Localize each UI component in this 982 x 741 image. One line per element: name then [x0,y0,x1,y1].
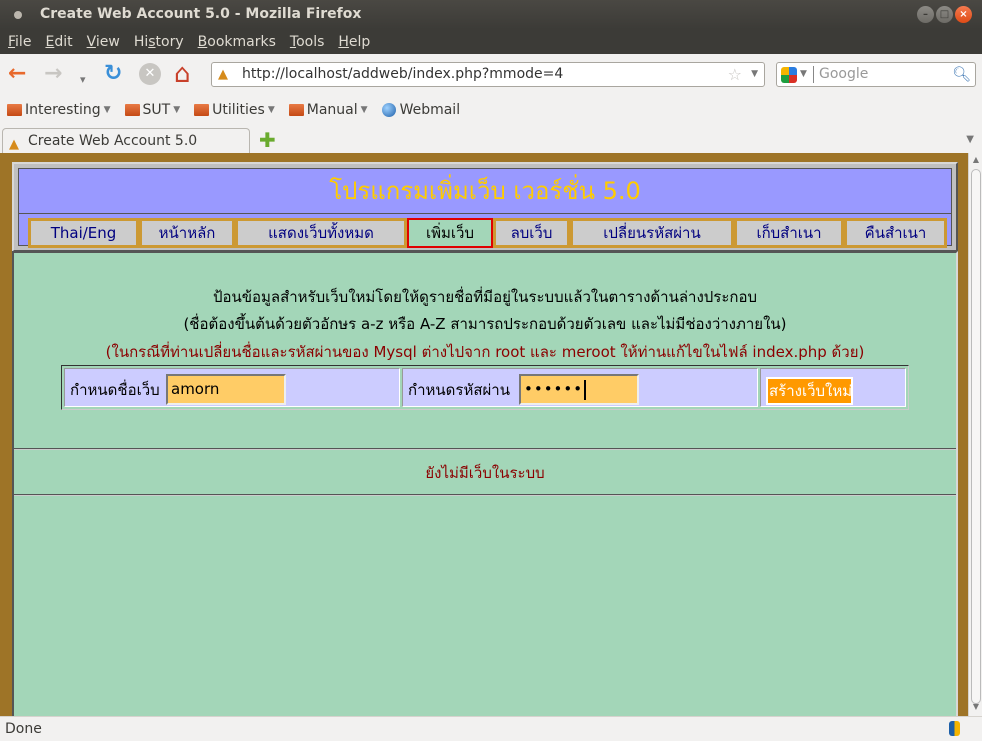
tab-create-web-account[interactable]: ▲ Create Web Account 5.0 [2,128,250,153]
page-header: โปรแกรมเพิ่มเว็บ เวอร์ชั่น 5.0 Thai/Eng … [12,162,958,252]
page-content: ป้อนข้อมูลสำหรับเว็บใหม่โดยให้ดูรายชื่อท… [12,251,958,716]
add-web-form: กำหนดชื่อเว็บ amorn กำหนดรหัสผ่าน ••••••… [61,365,909,410]
password-label: กำหนดรหัสผ่าน [408,381,510,399]
chevron-down-icon: ▼ [173,105,181,115]
page-viewport: โปรแกรมเพิ่มเว็บ เวอร์ชั่น 5.0 Thai/Eng … [0,153,968,716]
instruction-text: ป้อนข้อมูลสำหรับเว็บใหม่โดยให้ดูรายชื่อท… [212,288,758,306]
site-favicon-icon: ▲ [218,67,228,82]
web-name-input[interactable]: amorn [166,374,286,405]
search-engine-dropdown-icon[interactable]: ▼ [800,63,807,86]
bookmark-star-icon[interactable]: ☆ [728,63,742,86]
new-tab-button[interactable]: ✚ [259,130,276,150]
nav-backup[interactable]: เก็บสำเนา [734,218,844,248]
nav-delete-web[interactable]: ลบเว็บ [493,218,570,248]
chevron-down-icon: ▼ [360,105,368,115]
forward-icon[interactable]: → [44,62,62,86]
chevron-down-icon: ▼ [103,105,111,115]
menu-tools[interactable]: Tools [290,34,325,50]
nav-add-web[interactable]: เพิ่มเว็บ [407,218,493,248]
create-web-button[interactable]: สร้างเว็บใหม่ [766,377,853,405]
stop-icon[interactable]: ✕ [139,63,161,85]
home-icon[interactable]: ⌂ [174,61,191,87]
maximize-button[interactable]: □ [936,6,953,23]
search-icon[interactable]: 🔍︎ [952,63,971,86]
scroll-down-icon[interactable]: ▼ [971,702,981,714]
naming-rule-text: (ชื่อต้องขึ้นต้นด้วยตัวอักษร a-z หรือ A-… [183,315,787,333]
menubar: File Edit View History Bookmarks Tools H… [0,29,982,54]
window-title: Create Web Account 5.0 - Mozilla Firefox [40,6,362,22]
web-name-label: กำหนดชื่อเว็บ [70,381,160,399]
vertical-scrollbar[interactable]: ▲ ▼ [968,153,982,716]
url-bar[interactable]: ▲ http://localhost/addweb/index.php?mmod… [211,62,765,87]
scroll-up-icon[interactable]: ▲ [971,155,981,167]
menu-bookmarks[interactable]: Bookmarks [198,34,276,50]
divider [14,448,956,450]
no-webs-message: ยังไม่มีเว็บในระบบ [425,464,545,482]
menu-view[interactable]: View [87,34,120,50]
url-text[interactable]: http://localhost/addweb/index.php?mmode=… [242,66,563,82]
page-nav: Thai/Eng หน้าหลัก แสดงเว็บทั้งหมด เพิ่มเ… [28,218,947,248]
status-text: Done [5,721,42,737]
reload-icon[interactable]: ↻ [104,62,122,86]
divider [14,494,956,496]
menu-file[interactable]: File [8,34,31,50]
password-input[interactable]: •••••• [519,374,639,405]
bookmark-folder-sut[interactable]: SUT ▼ [124,102,181,118]
url-dropdown-icon[interactable]: ▼ [751,63,758,86]
text-caret [584,379,587,400]
search-bar[interactable]: ▼ Google 🔍︎ [776,62,976,87]
bookmark-webmail[interactable]: Webmail [381,102,460,118]
nav-thai-eng[interactable]: Thai/Eng [28,218,139,248]
search-input[interactable]: Google [819,63,868,86]
folder-icon [288,104,304,116]
app-menu-icon[interactable] [14,11,22,19]
menu-edit[interactable]: Edit [45,34,72,50]
back-icon[interactable]: ← [8,62,26,86]
close-button[interactable]: × [955,6,972,23]
nav-home[interactable]: หน้าหลัก [139,218,235,248]
bookmark-folder-manual[interactable]: Manual ▼ [288,102,368,118]
minimize-button[interactable]: – [917,6,934,23]
bookmark-folder-utilities[interactable]: Utilities ▼ [194,102,275,118]
status-bar: Done [0,716,982,741]
folder-icon [194,104,210,116]
window-controls: – □ × [917,6,972,23]
menu-help[interactable]: Help [338,34,370,50]
nav-restore[interactable]: คืนสำเนา [844,218,947,248]
nav-show-all-webs[interactable]: แสดงเว็บทั้งหมด [235,218,407,248]
bookmarks-toolbar: Interesting ▼ SUT ▼ Utilities ▼ Manual ▼ Web… [0,96,982,124]
window-titlebar: Create Web Account 5.0 - Mozilla Firefox… [0,0,982,29]
nav-change-password[interactable]: เปลี่ยนรหัสผ่าน [570,218,734,248]
bookmark-folder-interesting[interactable]: Interesting ▼ [7,102,111,118]
scroll-thumb[interactable] [971,169,981,704]
tab-list-dropdown-icon[interactable]: ▼ [966,134,974,145]
search-engine-icon[interactable] [781,67,797,83]
tab-strip: ▲ Create Web Account 5.0 ✚ ▼ [0,126,982,153]
webmail-icon [381,103,396,117]
folder-icon [7,104,22,116]
addon-status-icon[interactable] [949,721,960,736]
chevron-down-icon: ▼ [267,105,275,115]
history-dropdown-icon[interactable]: ▾ [80,68,86,92]
menu-history[interactable]: History [134,34,184,50]
folder-icon [124,104,140,116]
mysql-warning-text: (ในกรณีที่ท่านเปลี่ยนชื่อและรหัสผ่านของ … [105,343,865,361]
page-title: โปรแกรมเพิ่มเว็บ เวอร์ชั่น 5.0 [19,169,951,214]
